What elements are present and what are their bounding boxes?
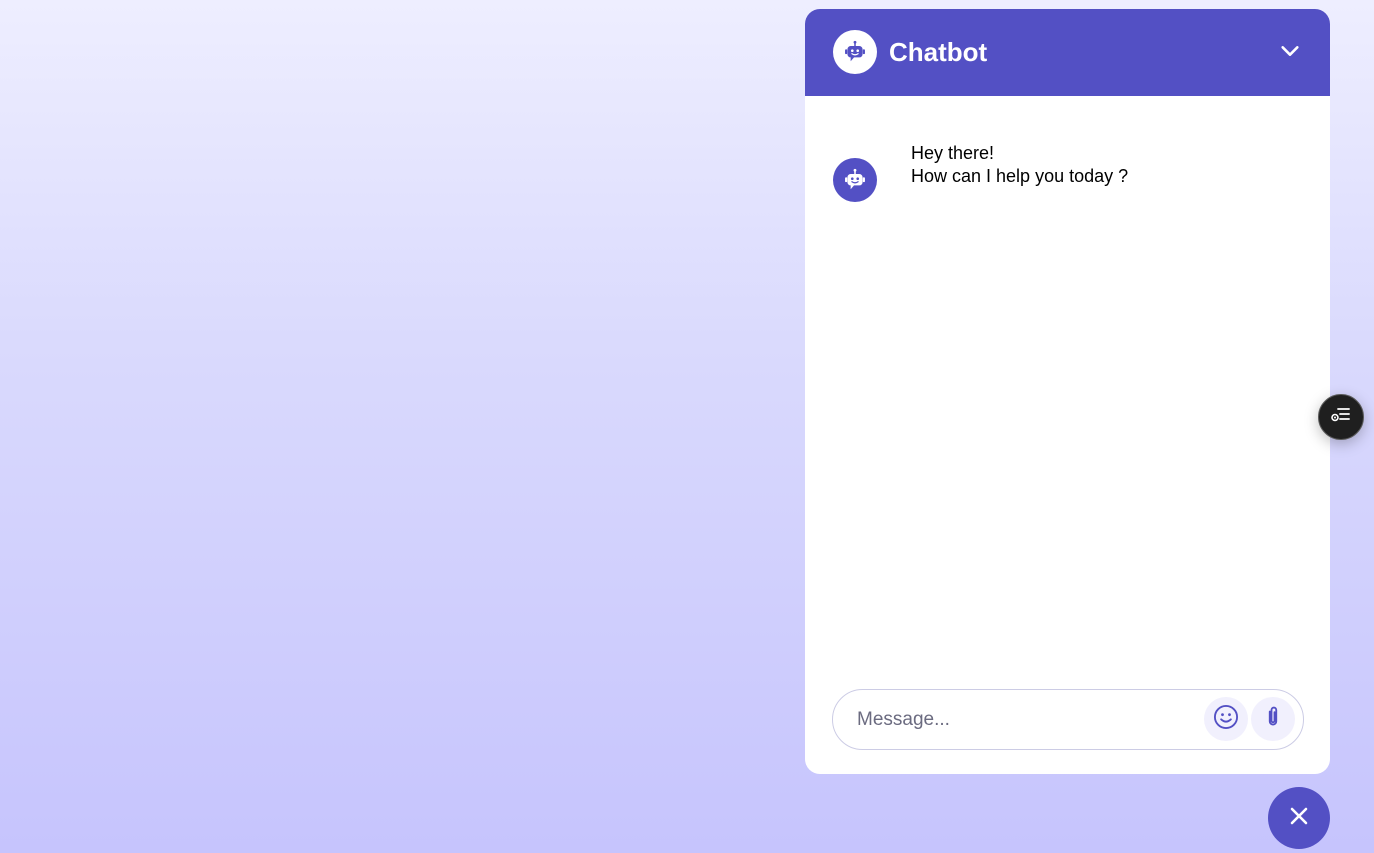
chat-footer	[832, 689, 1304, 750]
chat-title: Chatbot	[889, 37, 988, 67]
chatbot-popup: Chatbot Hey there! How can I help you to…	[805, 9, 1330, 774]
chatbot-avatar-icon	[833, 158, 877, 202]
chatbot-logo-icon	[833, 30, 877, 74]
list-settings-icon	[1329, 403, 1353, 432]
chat-body: Hey there! How can I help you today ?	[805, 96, 1330, 676]
chatbot-toggler-button[interactable]	[1268, 787, 1330, 849]
attach-button[interactable]	[1251, 697, 1295, 741]
chat-header: Chatbot	[805, 9, 1330, 96]
message-text: Hey there! How can I help you today ?	[911, 142, 1128, 188]
close-icon	[1287, 804, 1311, 833]
collapse-button[interactable]	[1275, 38, 1305, 68]
message-line: How can I help you today ?	[911, 166, 1129, 186]
side-widget-button[interactable]	[1318, 394, 1364, 440]
smiley-icon	[1212, 703, 1240, 736]
paperclip-icon	[1260, 704, 1286, 735]
message-line: Hey there!	[911, 143, 995, 163]
emoji-button[interactable]	[1204, 697, 1248, 741]
chevron-down-icon	[1279, 40, 1301, 67]
message-input[interactable]	[855, 704, 1199, 736]
